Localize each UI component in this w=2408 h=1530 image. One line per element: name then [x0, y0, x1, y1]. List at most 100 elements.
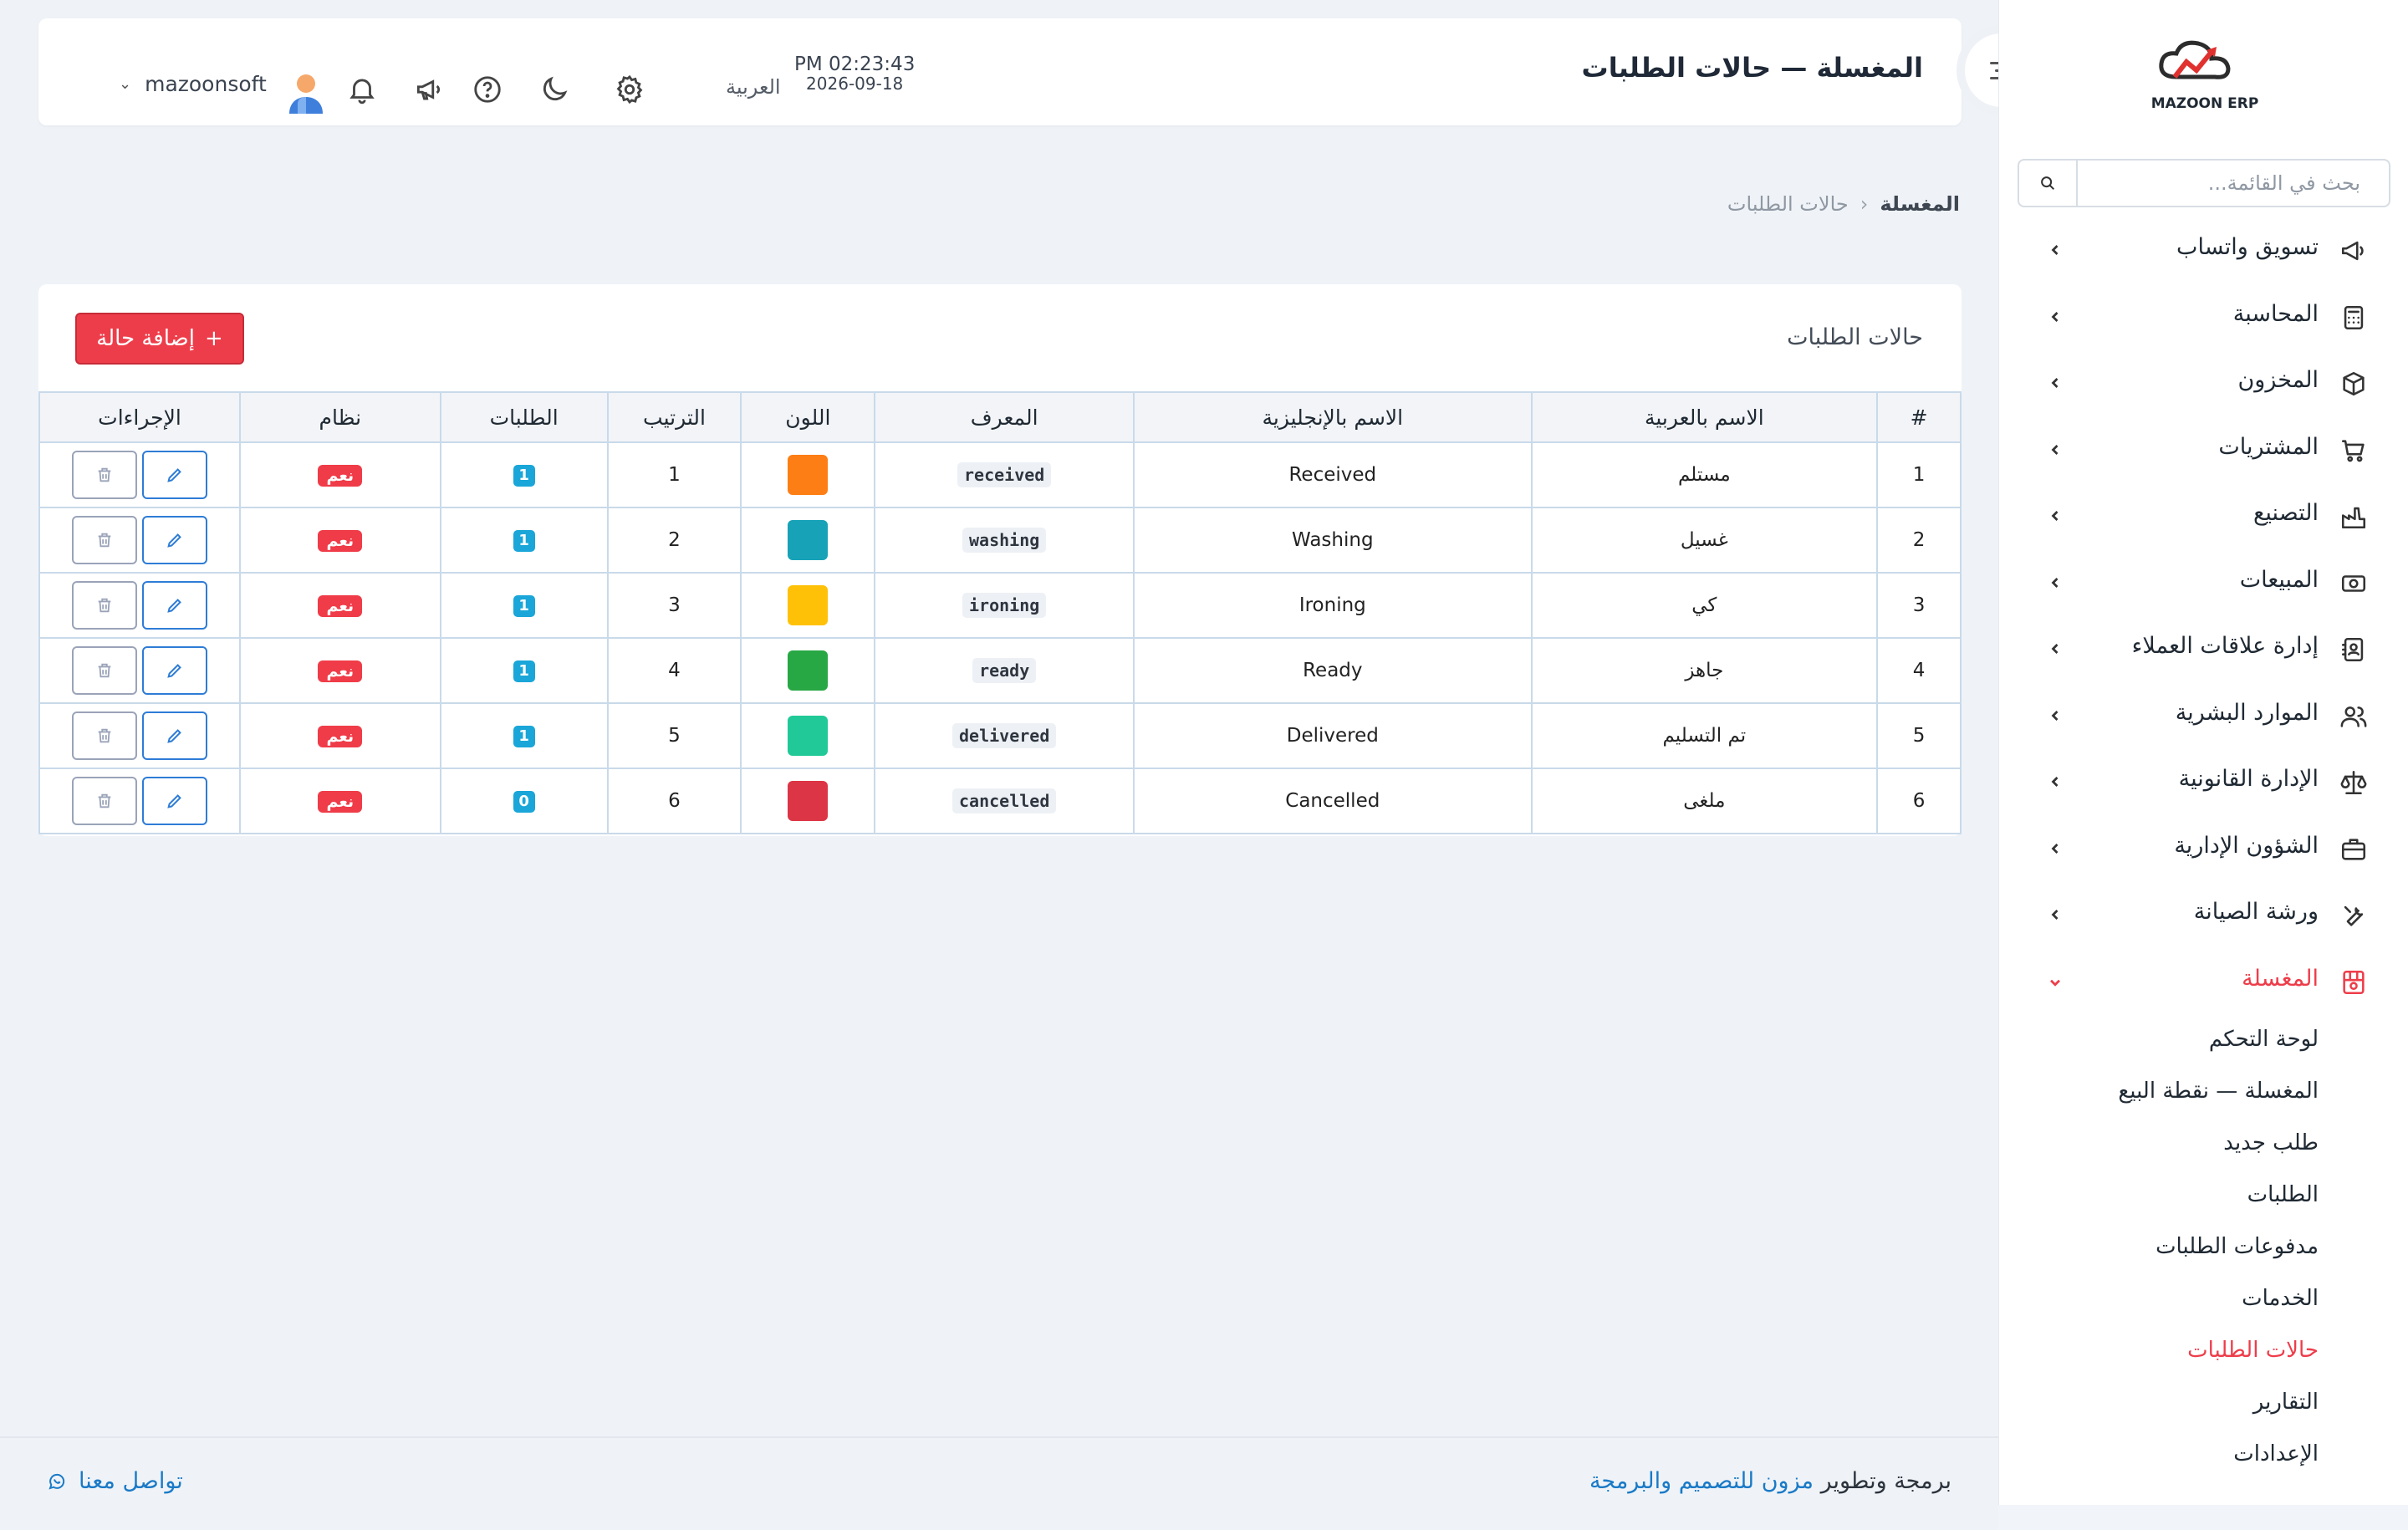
language-switch[interactable]: العربية [726, 75, 781, 99]
footer-credit-link[interactable]: مزون للتصميم والبرمجة [1589, 1468, 1814, 1494]
breadcrumb-parent[interactable]: المغسلة [1880, 192, 1960, 216]
contacts-icon [2339, 635, 2369, 665]
column-header-number[interactable]: # [1876, 391, 1962, 443]
sidebar-nav: تسويق واتساب المحاسبة المخزون المشتريات التص… [1999, 217, 2408, 1015]
delete-button[interactable] [71, 777, 137, 825]
scale-icon [2339, 768, 2369, 798]
column-header-english-name[interactable]: الاسم بالإنجليزية [1133, 391, 1533, 443]
sidebar-item[interactable]: الشؤون الإدارية [1999, 816, 2408, 883]
user-menu[interactable]: ⌄ mazoonsoft [119, 72, 267, 96]
menu-search-input[interactable] [2078, 162, 2379, 204]
row-key-cell: delivered [874, 702, 1135, 769]
sidebar-item[interactable]: المحاسبة [1999, 284, 2408, 351]
submenu-item[interactable]: مدفوعات الطلبات [1999, 1221, 2408, 1272]
edit-button[interactable] [141, 646, 207, 695]
notifications-icon[interactable] [344, 72, 380, 107]
pencil-icon [166, 531, 184, 549]
help-icon[interactable] [470, 72, 505, 107]
row-system-cell: نعم [238, 702, 441, 769]
table-row: 1 مستلم Received received 1 1 نعم [38, 441, 1962, 508]
table-row: 3 كي Ironing ironing 3 1 نعم [38, 572, 1962, 639]
table-row: 4 جاهز Ready ready 4 1 نعم [38, 637, 1962, 704]
row-actions-cell [38, 637, 241, 704]
column-header-orders[interactable]: الطلبات [439, 391, 609, 443]
submenu-item[interactable]: الإعدادات [1999, 1428, 2408, 1480]
dark-mode-icon[interactable] [537, 72, 572, 107]
row-english-name: Received [1133, 441, 1533, 508]
submenu-item[interactable]: الخدمات [1999, 1272, 2408, 1324]
chevron-left-icon [2051, 245, 2059, 255]
footer-credit-prefix: برمجة وتطوير [1820, 1468, 1951, 1494]
edit-button[interactable] [141, 711, 207, 760]
system-badge: نعم [318, 529, 363, 552]
sidebar-item[interactable]: إدارة علاقات العملاء [1999, 616, 2408, 683]
row-key-cell: received [874, 441, 1135, 508]
settings-icon[interactable] [612, 72, 647, 107]
sidebar-item[interactable]: الموارد البشرية [1999, 683, 2408, 750]
submenu-item[interactable]: طلب جديد [1999, 1117, 2408, 1169]
trash-icon [95, 727, 114, 745]
add-status-label: إضافة حالة [96, 326, 195, 351]
row-color-cell [740, 637, 876, 704]
edit-button[interactable] [141, 581, 207, 630]
logo[interactable]: MAZOON ERP [2146, 35, 2263, 112]
delete-button[interactable] [71, 581, 137, 630]
submenu-item[interactable]: حالات الطلبات [1999, 1324, 2408, 1376]
sidebar-item[interactable]: ورشة الصيانة [1999, 882, 2408, 949]
orders-count-badge: 1 [513, 530, 535, 552]
submenu-item[interactable]: التقارير [1999, 1376, 2408, 1428]
submenu-item[interactable]: المغسلة — نقطة البيع [1999, 1065, 2408, 1117]
search-icon [2019, 161, 2078, 206]
sidebar-item-label: تسويق واتساب [2176, 234, 2319, 260]
sidebar-item[interactable]: التصنيع [1999, 483, 2408, 550]
add-status-button[interactable]: + إضافة حالة [75, 313, 244, 365]
calculator-icon [2339, 303, 2369, 333]
sidebar-item[interactable]: المبيعات [1999, 550, 2408, 617]
column-header-system[interactable]: نظام [238, 391, 441, 443]
column-header-key[interactable]: المعرف [874, 391, 1135, 443]
row-key: received [957, 462, 1052, 487]
whatsapp-icon [48, 1473, 65, 1490]
column-header-order[interactable]: الترتيب [606, 391, 742, 443]
row-system-cell: نعم [238, 441, 441, 508]
orders-count-badge: 1 [513, 660, 535, 682]
column-header-arabic-name[interactable]: الاسم بالعربية [1530, 391, 1879, 443]
edit-button[interactable] [141, 516, 207, 564]
breadcrumb-separator-icon: ‹ [1860, 192, 1869, 216]
column-header-color[interactable]: اللون [740, 391, 876, 443]
edit-button[interactable] [141, 451, 207, 499]
row-color-cell [740, 702, 876, 769]
contact-link[interactable]: تواصل معنا [47, 1468, 183, 1494]
sidebar-item[interactable]: المشتريات [1999, 417, 2408, 484]
sidebar-item[interactable]: المغسلة [1999, 949, 2408, 1016]
row-arabic-name: جاهز [1530, 637, 1879, 704]
edit-button[interactable] [141, 777, 207, 825]
chevron-left-icon [2051, 910, 2059, 920]
color-swatch [788, 716, 829, 756]
announcements-icon[interactable] [411, 72, 446, 107]
delete-button[interactable] [71, 516, 137, 564]
pencil-icon [166, 596, 184, 615]
sidebar-item[interactable]: الإدارة القانونية [1999, 749, 2408, 816]
system-badge: نعم [318, 464, 363, 487]
logo-mark-icon [2159, 40, 2231, 79]
row-key: ironing [962, 593, 1047, 618]
submenu-item[interactable]: لوحة التحكم [1999, 1013, 2408, 1065]
sidebar-item[interactable]: تسويق واتساب [1999, 217, 2408, 284]
delete-button[interactable] [71, 711, 137, 760]
row-actions-cell [38, 507, 241, 574]
sidebar-item-label: الإدارة القانونية [2178, 766, 2319, 792]
row-order: 6 [606, 768, 742, 834]
row-english-name: Cancelled [1133, 768, 1533, 834]
megaphone-icon [2339, 236, 2369, 266]
delete-button[interactable] [71, 646, 137, 695]
submenu-item[interactable]: الطلبات [1999, 1169, 2408, 1221]
briefcase-icon [2339, 834, 2369, 864]
sidebar-item[interactable]: المخزون [1999, 350, 2408, 417]
row-order: 3 [606, 572, 742, 639]
plus-icon: + [204, 326, 223, 351]
avatar[interactable] [286, 72, 326, 115]
delete-button[interactable] [71, 451, 137, 499]
sidebar-item-label: التصنيع [2253, 500, 2319, 526]
table-row: 2 غسيل Washing washing 2 1 نعم [38, 507, 1962, 574]
